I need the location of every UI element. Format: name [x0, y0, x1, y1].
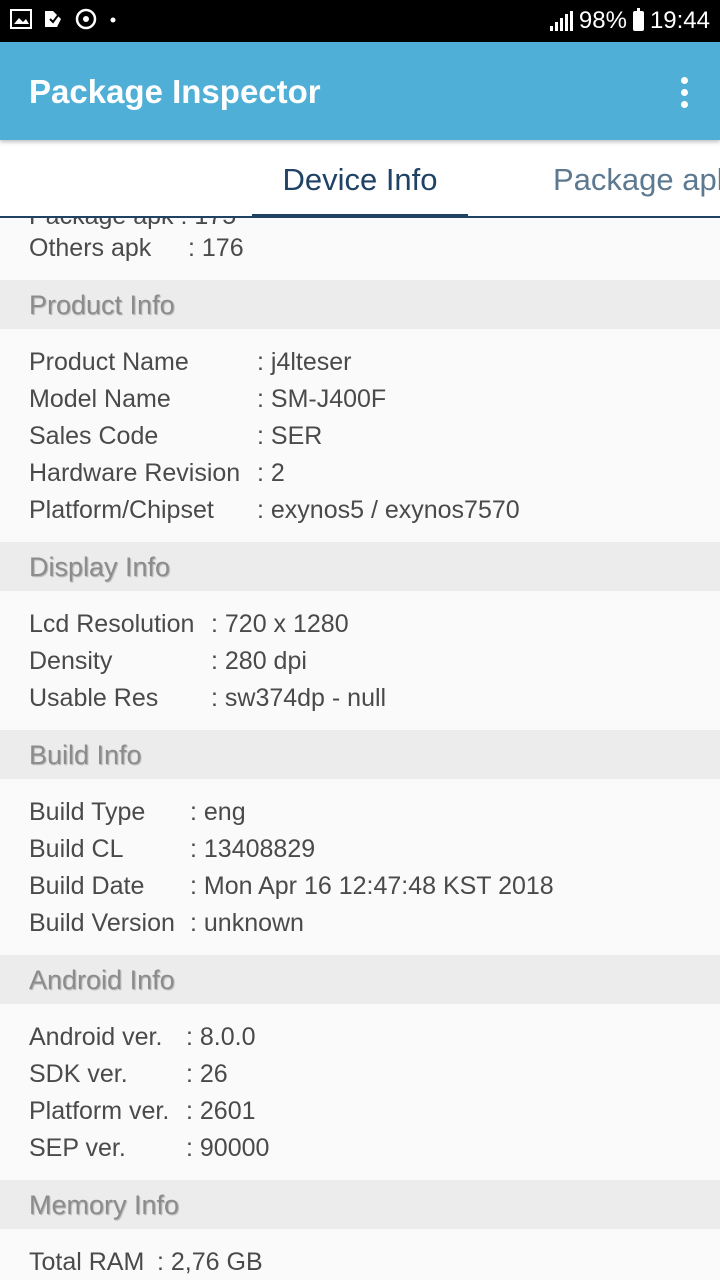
- row-key: Platform/Chipset: [29, 496, 214, 524]
- section-header-product-info: Product Info: [0, 280, 720, 329]
- clock: 19:44: [649, 7, 710, 34]
- row-key: SDK ver.: [29, 1060, 128, 1088]
- tab-device-info[interactable]: Device Info: [252, 140, 468, 216]
- row-key: Density: [29, 647, 113, 675]
- status-right: 98% 19:44: [549, 6, 710, 36]
- row-value: : 176: [188, 234, 244, 262]
- row-key: Product Name: [29, 348, 189, 376]
- app-title: Package Inspector: [29, 73, 321, 110]
- row-key: Build CL: [29, 835, 124, 863]
- row-key: Android ver.: [29, 1023, 163, 1051]
- row-key: Lcd Resolution: [29, 610, 195, 638]
- section-title: Product Info: [29, 290, 175, 320]
- row-key: Sales Code: [29, 422, 159, 450]
- more-vert-icon[interactable]: [664, 70, 704, 114]
- row-value: : 280 dpi: [211, 647, 307, 675]
- row-key: SEP ver.: [29, 1134, 126, 1162]
- row-value: : 2: [257, 459, 285, 487]
- sync-icon: [74, 7, 98, 36]
- row-value: : 13408829: [190, 835, 316, 863]
- section-header-display-info: Display Info: [0, 542, 720, 591]
- section-header-android-info: Android Info: [0, 955, 720, 1004]
- row-key: Build Type: [29, 798, 146, 826]
- section-header-build-info: Build Info: [0, 730, 720, 779]
- section-header-memory-info: Memory Info: [0, 1180, 720, 1229]
- row-value: : eng: [190, 798, 246, 826]
- row-value: : SM-J400F: [257, 385, 387, 413]
- status-left-icons: [10, 8, 118, 34]
- row-key: Hardware Revision: [29, 459, 241, 487]
- row-key: Usable Res: [29, 684, 159, 712]
- download-check-icon: [42, 8, 64, 35]
- status-bar: 98% 19:44: [0, 0, 720, 42]
- row-value: : exynos5 / exynos7570: [257, 496, 520, 524]
- row-value: : 26: [186, 1060, 228, 1088]
- device-info-content[interactable]: Package apk : 175 Others apk : 176 Produ…: [0, 218, 720, 1280]
- row-value: : sw374dp - null: [211, 684, 387, 712]
- section-title: Memory Info: [29, 1190, 180, 1220]
- row-value: : SER: [257, 422, 323, 450]
- row-value: : 8.0.0: [186, 1023, 256, 1051]
- row-key: Model Name: [29, 385, 171, 413]
- image-icon: [10, 8, 32, 34]
- row-key: Platform ver.: [29, 1097, 170, 1125]
- section-title: Android Info: [29, 965, 175, 995]
- tab-bar: Device Info Package apk: [0, 140, 720, 218]
- battery-percent: 98%: [578, 7, 627, 34]
- section-title: Display Info: [29, 552, 171, 582]
- row-key: Build Version: [29, 909, 175, 937]
- row-value: : 2,76 GB: [157, 1248, 263, 1276]
- row-key: Others apk: [29, 234, 152, 262]
- row-value: : 2601: [186, 1097, 256, 1125]
- section-title: Build Info: [29, 740, 142, 770]
- row-value: : unknown: [190, 909, 304, 937]
- row-value: : Mon Apr 16 12:47:48 KST 2018: [190, 872, 554, 900]
- row-value: : 90000: [186, 1134, 270, 1162]
- row-value: : 720 x 1280: [211, 610, 349, 638]
- tab-package-apk[interactable]: Package apk: [553, 140, 720, 216]
- row-value: : j4lteser: [257, 348, 352, 376]
- row-key: Build Date: [29, 872, 145, 900]
- row-key: Total RAM: [29, 1248, 145, 1276]
- battery-icon: [632, 8, 644, 31]
- dot-icon: [108, 12, 118, 30]
- app-bar: Package Inspector: [0, 42, 720, 140]
- signal-icon: [549, 11, 573, 31]
